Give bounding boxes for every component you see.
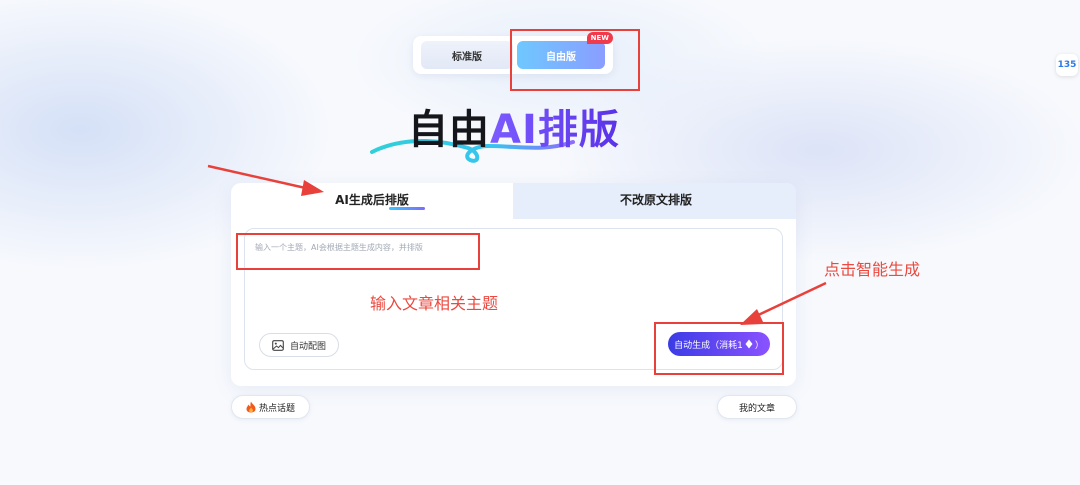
annotation-arrows [207,164,827,325]
